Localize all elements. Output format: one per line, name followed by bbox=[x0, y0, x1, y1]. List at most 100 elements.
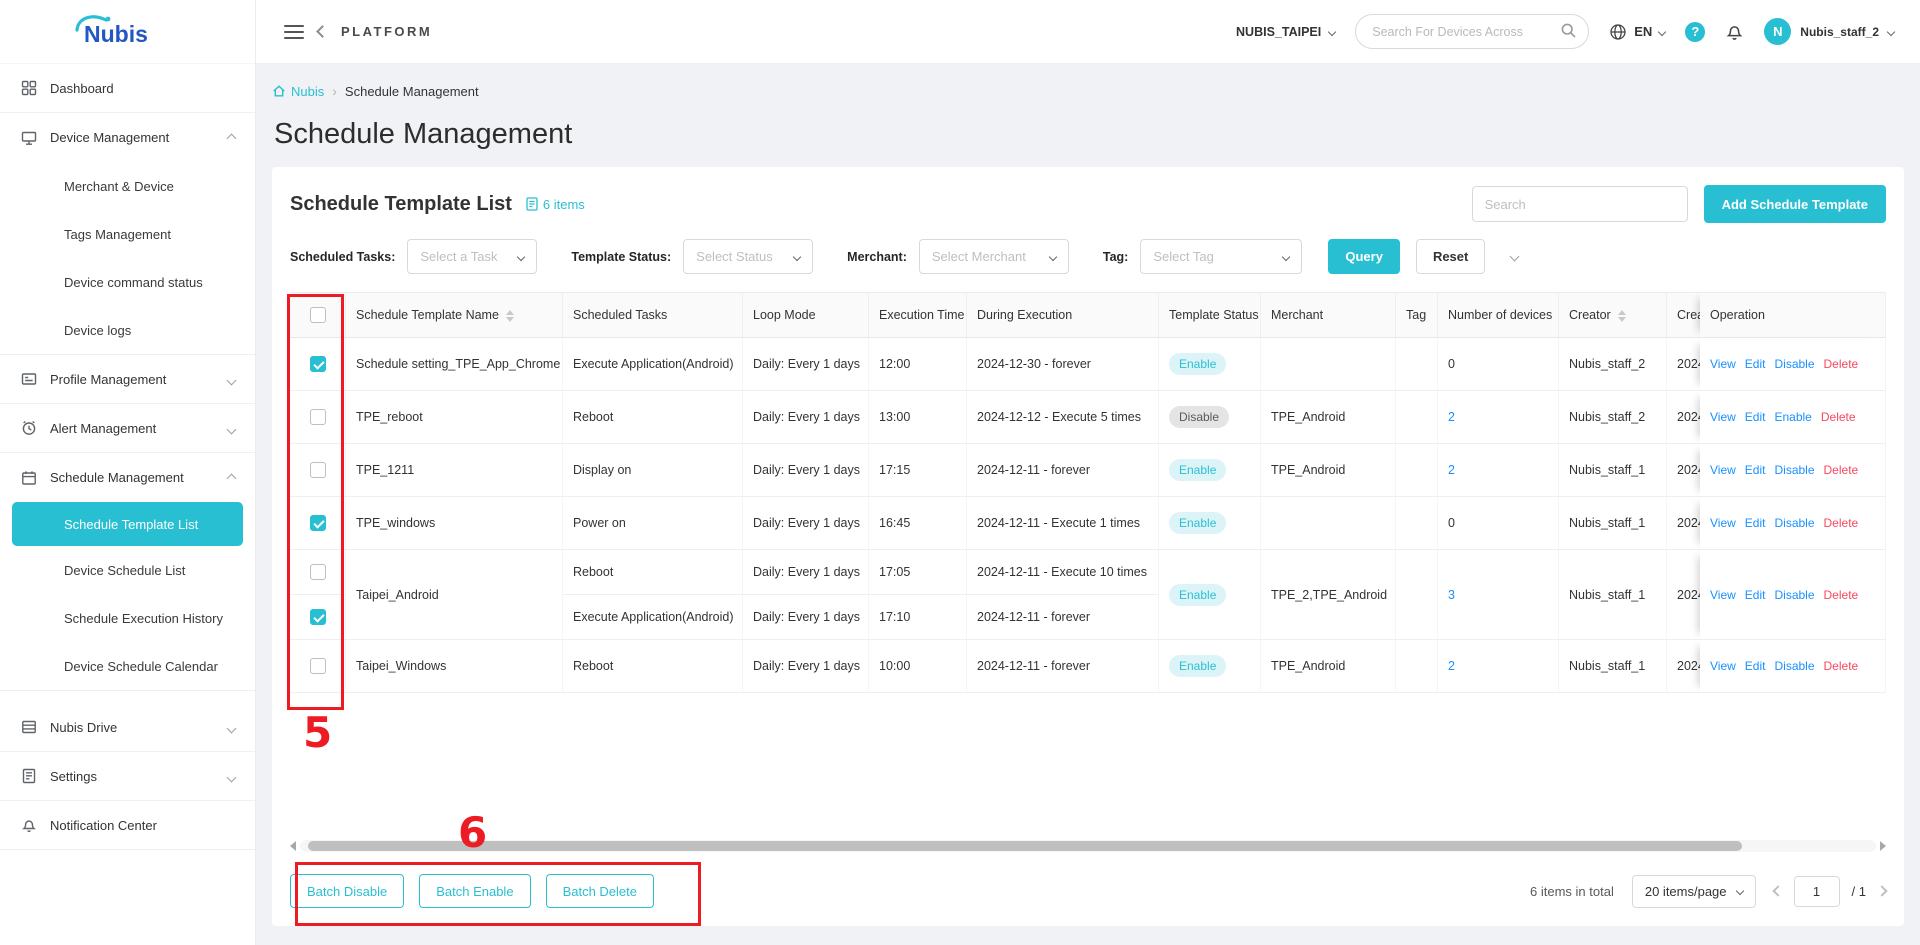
scrollbar-track[interactable] bbox=[300, 839, 1876, 852]
disable-link[interactable]: Disable bbox=[1774, 357, 1814, 371]
user-menu[interactable]: N Nubis_staff_2 bbox=[1764, 18, 1896, 45]
view-link[interactable]: View bbox=[1710, 463, 1736, 477]
sidebar-item-merchant-device[interactable]: Merchant & Device bbox=[0, 162, 255, 210]
chevron-down-icon bbox=[1886, 27, 1896, 36]
page-number-input[interactable] bbox=[1793, 875, 1840, 907]
sidebar-item-nubis-drive[interactable]: Nubis Drive bbox=[0, 703, 255, 752]
batch-disable-button[interactable]: Batch Disable bbox=[290, 874, 405, 908]
delete-link[interactable]: Delete bbox=[1824, 357, 1859, 371]
edit-link[interactable]: Edit bbox=[1745, 516, 1766, 530]
template-status-select[interactable]: Select Status bbox=[683, 239, 814, 274]
row-checkbox[interactable] bbox=[309, 564, 326, 580]
device-count-link[interactable]: 2 bbox=[1448, 659, 1455, 673]
view-link[interactable]: View bbox=[1710, 410, 1736, 424]
sidebar-item-label: Profile Management bbox=[50, 371, 167, 387]
view-link[interactable]: View bbox=[1710, 659, 1736, 673]
view-link[interactable]: View bbox=[1710, 588, 1736, 602]
merchant-select[interactable]: Select Merchant bbox=[918, 239, 1069, 274]
row-checkbox[interactable] bbox=[309, 515, 326, 531]
org-selector[interactable]: NUBIS_TAIPEI bbox=[1236, 25, 1337, 39]
scroll-left-arrow-icon[interactable] bbox=[290, 840, 296, 851]
row-checkbox[interactable] bbox=[309, 462, 326, 478]
help-icon[interactable]: ? bbox=[1685, 21, 1706, 42]
sidebar-item-tags-management[interactable]: Tags Management bbox=[0, 210, 255, 258]
sidebar-item-device-schedule-list[interactable]: Device Schedule List bbox=[0, 546, 255, 594]
global-search-input[interactable] bbox=[1355, 14, 1590, 49]
delete-link[interactable]: Delete bbox=[1821, 410, 1856, 424]
table-search-input[interactable] bbox=[1471, 186, 1688, 222]
device-count-link[interactable]: 2 bbox=[1448, 463, 1455, 477]
tag-select[interactable]: Select Tag bbox=[1140, 239, 1303, 274]
sidebar-item-settings[interactable]: Settings bbox=[0, 752, 255, 801]
row-checkbox[interactable] bbox=[309, 658, 326, 674]
column-header-label: During Execution bbox=[977, 308, 1073, 322]
add-schedule-template-button[interactable]: Add Schedule Template bbox=[1703, 185, 1886, 223]
device-count-link[interactable]: 2 bbox=[1448, 410, 1455, 424]
tag-cell bbox=[1396, 640, 1438, 693]
sort-icon[interactable] bbox=[505, 309, 514, 322]
loop-mode-cell: Daily: Every 1 days bbox=[743, 338, 869, 391]
loop-mode-cell: Daily: Every 1 days bbox=[743, 550, 869, 595]
filter-collapse-chevron-icon[interactable] bbox=[1509, 251, 1520, 262]
sidebar-item-schedule-execution-history[interactable]: Schedule Execution History bbox=[0, 594, 255, 642]
creator-cell: Nubis_staff_1 bbox=[1559, 497, 1667, 550]
delete-link[interactable]: Delete bbox=[1824, 659, 1859, 673]
row-checkbox[interactable] bbox=[309, 409, 326, 425]
sidebar-item-label: Settings bbox=[50, 768, 97, 784]
notification-bell-icon[interactable] bbox=[1725, 22, 1744, 41]
sidebar-item-dashboard[interactable]: Dashboard bbox=[0, 64, 255, 113]
delete-link[interactable]: Delete bbox=[1824, 463, 1859, 477]
back-chevron-icon[interactable] bbox=[316, 25, 329, 38]
tag-cell bbox=[1396, 338, 1438, 391]
menu-toggle-icon[interactable] bbox=[284, 24, 304, 39]
horizontal-scrollbar[interactable] bbox=[290, 839, 1886, 852]
row-checkbox[interactable] bbox=[309, 356, 326, 372]
edit-link[interactable]: Edit bbox=[1745, 410, 1766, 424]
scrollbar-thumb[interactable] bbox=[308, 840, 1743, 851]
batch-enable-button[interactable]: Batch Enable bbox=[419, 874, 531, 908]
device-count: 0 bbox=[1448, 516, 1455, 530]
disable-link[interactable]: Disable bbox=[1774, 588, 1814, 602]
filter-label-scheduled-tasks: Scheduled Tasks: bbox=[290, 249, 396, 264]
sidebar-item-schedule-template-list[interactable]: Schedule Template List bbox=[12, 502, 243, 546]
delete-link[interactable]: Delete bbox=[1824, 588, 1859, 602]
view-link[interactable]: View bbox=[1710, 516, 1736, 530]
sidebar-item-device-command-status[interactable]: Device command status bbox=[0, 258, 255, 306]
edit-link[interactable]: Edit bbox=[1745, 588, 1766, 602]
sidebar-item-device-management[interactable]: Device Management bbox=[0, 113, 255, 162]
previous-page-icon[interactable] bbox=[1771, 885, 1784, 897]
scheduled-tasks-select[interactable]: Select a Task bbox=[407, 239, 538, 274]
scroll-right-arrow-icon[interactable] bbox=[1880, 840, 1886, 851]
nubis-logo[interactable]: Nubis bbox=[0, 0, 255, 64]
panel-header-right: Add Schedule Template bbox=[1471, 185, 1886, 223]
enable-link[interactable]: Enable bbox=[1774, 410, 1811, 424]
query-button[interactable]: Query bbox=[1328, 239, 1400, 274]
view-link[interactable]: View bbox=[1710, 357, 1736, 371]
sidebar-item-device-logs[interactable]: Device logs bbox=[0, 306, 255, 354]
sidebar-item-alert-management[interactable]: Alert Management bbox=[0, 404, 255, 453]
disable-link[interactable]: Disable bbox=[1774, 463, 1814, 477]
sidebar-item-schedule-management[interactable]: Schedule Management bbox=[0, 453, 255, 502]
edit-link[interactable]: Edit bbox=[1745, 463, 1766, 477]
row-checkbox[interactable] bbox=[309, 609, 326, 625]
sidebar-item-profile-management[interactable]: Profile Management bbox=[0, 355, 255, 404]
batch-delete-button[interactable]: Batch Delete bbox=[545, 874, 654, 908]
select-all-checkbox[interactable] bbox=[309, 307, 326, 323]
disable-link[interactable]: Disable bbox=[1774, 659, 1814, 673]
breadcrumb-home[interactable]: Nubis bbox=[272, 84, 324, 99]
reset-button[interactable]: Reset bbox=[1415, 239, 1486, 274]
search-icon[interactable] bbox=[1560, 22, 1577, 44]
language-selector[interactable]: EN bbox=[1609, 23, 1667, 41]
sort-icon[interactable] bbox=[1617, 309, 1626, 322]
sidebar-item-notification-center[interactable]: Notification Center bbox=[0, 801, 255, 850]
page-title: Schedule Management bbox=[274, 118, 573, 150]
page-size-select[interactable]: 20 items/page bbox=[1631, 874, 1756, 908]
global-search bbox=[1355, 14, 1590, 49]
delete-link[interactable]: Delete bbox=[1824, 516, 1859, 530]
device-count-link[interactable]: 3 bbox=[1448, 588, 1455, 602]
disable-link[interactable]: Disable bbox=[1774, 516, 1814, 530]
next-page-icon[interactable] bbox=[1876, 885, 1888, 897]
edit-link[interactable]: Edit bbox=[1745, 659, 1766, 673]
edit-link[interactable]: Edit bbox=[1745, 357, 1766, 371]
sidebar-item-device-schedule-calendar[interactable]: Device Schedule Calendar bbox=[0, 642, 255, 690]
